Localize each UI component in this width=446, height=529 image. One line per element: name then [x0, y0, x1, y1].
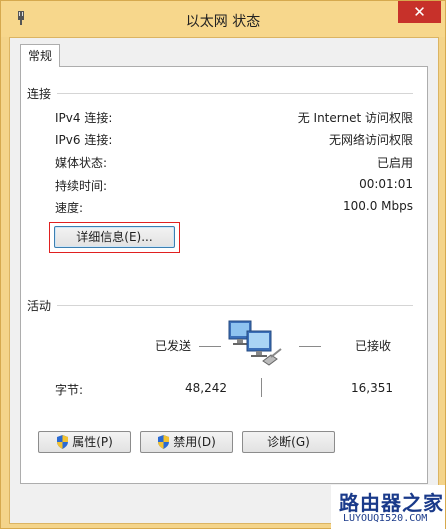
disable-button-label: 禁用(D) [173, 435, 216, 449]
disable-button[interactable]: 禁用(D) [140, 431, 233, 453]
uac-shield-icon [57, 435, 69, 449]
status-window: 以太网 状态 ✕ 常规 连接 IPv4 连接: 无 Internet 访问权限 … [0, 0, 446, 529]
connection-group-divider [57, 93, 413, 94]
close-button[interactable]: ✕ [398, 1, 441, 23]
properties-button[interactable]: 属性(P) [38, 431, 131, 453]
ipv4-label: IPv4 连接: [55, 111, 113, 125]
diagnose-button[interactable]: 诊断(G) [242, 431, 335, 453]
tab-general[interactable]: 常规 [20, 44, 60, 67]
uac-shield-icon [158, 435, 170, 449]
received-line [299, 346, 321, 347]
watermark: 路由器之家 LUYOUQI520.COM [331, 485, 445, 529]
window-title: 以太网 状态 [185, 14, 261, 30]
title-bar[interactable]: 以太网 状态 ✕ [1, 1, 445, 37]
sent-label: 已发送 [155, 339, 192, 353]
duration-value: 00:01:01 [359, 177, 413, 191]
watermark-url: LUYOUQI520.COM [343, 513, 428, 524]
properties-button-label: 属性(P) [72, 435, 113, 449]
duration-label: 持续时间: [55, 179, 108, 193]
watermark-title: 路由器之家 [339, 491, 444, 515]
activity-group-divider [57, 305, 413, 306]
tab-panel-general: 连接 IPv4 连接: 无 Internet 访问权限 IPv6 连接: 无网络… [20, 66, 428, 484]
network-computers-icon [228, 320, 282, 366]
ipv4-value: 无 Internet 访问权限 [297, 111, 413, 125]
details-button[interactable]: 详细信息(E)... [54, 226, 175, 248]
ipv6-value: 无网络访问权限 [328, 133, 413, 147]
activity-group-label: 活动 [27, 299, 52, 313]
media-state-label: 媒体状态: [55, 156, 108, 170]
received-label: 已接收 [355, 339, 392, 353]
bytes-received-value: 16,351 [351, 381, 393, 395]
media-state-value: 已启用 [376, 156, 413, 170]
close-icon: ✕ [413, 3, 426, 21]
ipv6-label: IPv6 连接: [55, 133, 113, 147]
connection-group-label: 连接 [27, 87, 52, 101]
speed-label: 速度: [55, 201, 84, 215]
speed-value: 100.0 Mbps [342, 199, 413, 213]
dialog-client: 常规 连接 IPv4 连接: 无 Internet 访问权限 IPv6 连接: … [9, 37, 439, 524]
sent-line [199, 346, 221, 347]
